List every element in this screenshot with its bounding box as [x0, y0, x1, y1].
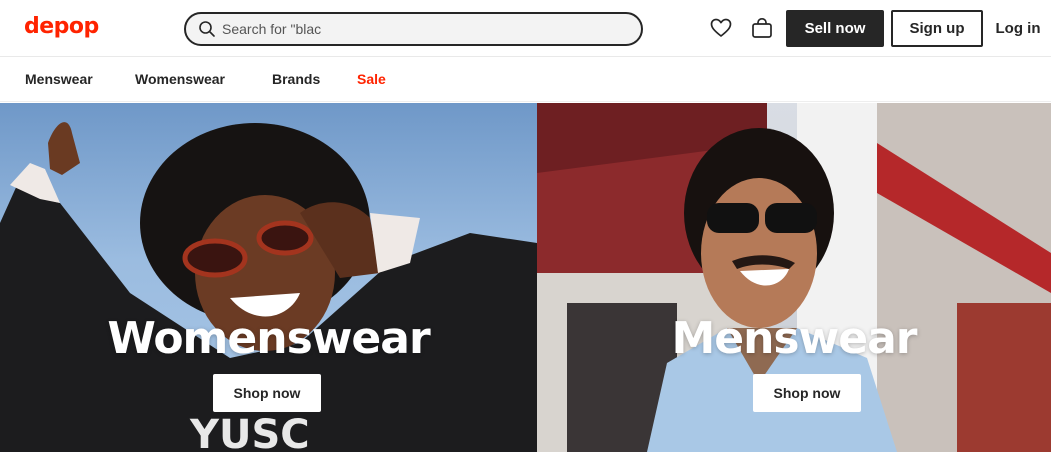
search-icon — [199, 21, 215, 37]
bag-icon[interactable] — [750, 16, 774, 40]
top-header: depop Sell now Sign up Log in — [0, 0, 1051, 57]
sell-now-button[interactable]: Sell now — [786, 10, 884, 47]
menswear-shop-now-button[interactable]: Shop now — [753, 374, 861, 412]
nav-item-womenswear[interactable]: Womenswear — [135, 71, 225, 87]
nav-item-menswear[interactable]: Menswear — [25, 71, 93, 87]
search-bar[interactable] — [184, 12, 643, 46]
womenswear-hero[interactable]: YUSC Womenswear Shop now — [0, 103, 537, 452]
search-input[interactable] — [222, 21, 622, 37]
menswear-hero-title: Menswear — [671, 313, 917, 364]
nav-item-brands[interactable]: Brands — [272, 71, 320, 87]
depop-logo[interactable]: depop — [24, 13, 99, 41]
nav-item-sale[interactable]: Sale — [357, 71, 386, 87]
log-in-link[interactable]: Log in — [991, 10, 1045, 47]
svg-text:YUSC: YUSC — [189, 412, 310, 452]
menswear-hero[interactable]: Menswear Shop now — [537, 103, 1051, 452]
category-nav: Menswear Womenswear Brands Sale — [0, 57, 1051, 102]
heart-icon[interactable] — [709, 16, 733, 40]
sign-up-button[interactable]: Sign up — [891, 10, 983, 47]
womenswear-hero-title: Womenswear — [107, 313, 430, 364]
womenswear-shop-now-button[interactable]: Shop now — [213, 374, 321, 412]
